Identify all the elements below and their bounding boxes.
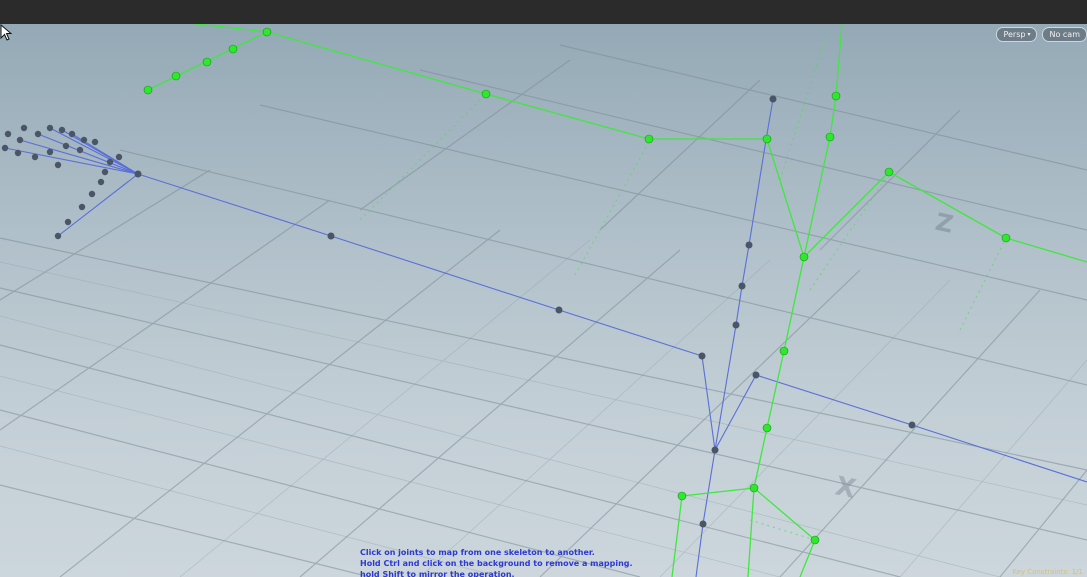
floor-label-z: Z bbox=[933, 208, 956, 239]
green-skeleton bbox=[147, 24, 1087, 577]
joint bbox=[101, 168, 109, 176]
joint bbox=[711, 446, 719, 454]
joint bbox=[68, 130, 76, 138]
joint bbox=[46, 148, 54, 156]
ground-grid bbox=[0, 44, 1087, 577]
joint bbox=[62, 142, 70, 150]
joint bbox=[34, 130, 42, 138]
no-cam-button-label: No cam bbox=[1049, 29, 1080, 39]
joint bbox=[908, 421, 916, 429]
viewport-camera-controls: Persp ▾ No cam bbox=[996, 27, 1087, 42]
joint bbox=[78, 203, 86, 211]
instruction-line: hold Shift to mirror the operation. bbox=[360, 570, 515, 577]
instruction-line: Hold Ctrl and click on the background to… bbox=[360, 559, 633, 568]
joint bbox=[555, 306, 563, 314]
joint bbox=[14, 149, 22, 157]
joint bbox=[738, 282, 746, 290]
joint bbox=[106, 158, 114, 166]
top-toolbar bbox=[0, 0, 1087, 25]
joint bbox=[54, 232, 62, 240]
joint bbox=[327, 232, 335, 240]
joint bbox=[825, 132, 835, 142]
joint bbox=[762, 423, 772, 433]
joint bbox=[58, 126, 66, 134]
joint bbox=[46, 124, 54, 132]
chevron-down-icon: ▾ bbox=[1027, 30, 1031, 38]
joint bbox=[752, 371, 760, 379]
no-cam-button[interactable]: No cam bbox=[1042, 27, 1087, 42]
joint bbox=[16, 136, 24, 144]
joint bbox=[80, 136, 88, 144]
joint bbox=[644, 134, 654, 144]
joint bbox=[769, 95, 777, 103]
joint bbox=[143, 85, 153, 95]
joint bbox=[1, 144, 9, 152]
joint bbox=[134, 170, 142, 178]
joint bbox=[762, 134, 772, 144]
persp-camera-menu[interactable]: Persp ▾ bbox=[996, 27, 1038, 42]
joint bbox=[749, 483, 759, 493]
joint bbox=[54, 161, 62, 169]
joint bbox=[884, 167, 894, 177]
joint bbox=[732, 321, 740, 329]
persp-camera-menu-label: Persp bbox=[1003, 29, 1026, 39]
joint bbox=[745, 241, 753, 249]
arrow-cursor-icon bbox=[0, 24, 12, 41]
joint bbox=[262, 27, 272, 37]
joint bbox=[64, 218, 72, 226]
scene-canvas[interactable]: Z X bbox=[0, 24, 1087, 577]
joint bbox=[699, 520, 707, 528]
joint bbox=[202, 57, 212, 67]
joint bbox=[481, 89, 491, 99]
blue-skeleton bbox=[4, 98, 1087, 577]
joint bbox=[677, 491, 687, 501]
joint bbox=[810, 535, 820, 545]
viewport-instructions: Click on joints to map from one skeleton… bbox=[360, 547, 633, 577]
corner-status-text: Key Constraints: 1/1 bbox=[1012, 568, 1083, 576]
joint bbox=[779, 346, 789, 356]
joint bbox=[76, 146, 84, 154]
joint bbox=[1001, 233, 1011, 243]
3d-viewport[interactable]: Z X Persp ▾ No cam Click on joints to ma… bbox=[0, 24, 1087, 577]
joint bbox=[228, 44, 238, 54]
joint bbox=[171, 71, 181, 81]
joint bbox=[799, 252, 809, 262]
ground-grid-fine bbox=[0, 239, 1087, 577]
joint bbox=[831, 91, 841, 101]
joint bbox=[4, 130, 12, 138]
dotted-guides bbox=[359, 29, 1007, 541]
joint bbox=[698, 352, 706, 360]
joint bbox=[88, 190, 96, 198]
app-window: Z X Persp ▾ No cam Click on joints to ma… bbox=[0, 0, 1087, 577]
joint bbox=[115, 153, 123, 161]
instruction-line: Click on joints to map from one skeleton… bbox=[360, 548, 595, 557]
joint bbox=[20, 124, 28, 132]
joint bbox=[97, 178, 105, 186]
joint bbox=[31, 153, 39, 161]
floor-label-x: X bbox=[833, 471, 859, 505]
joint bbox=[91, 138, 99, 146]
